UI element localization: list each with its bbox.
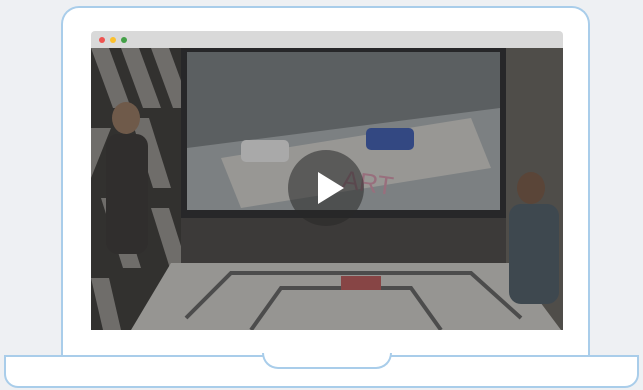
- window-minimize-dot[interactable]: [110, 37, 116, 43]
- laptop-notch: [262, 353, 392, 369]
- play-button[interactable]: Play: [288, 150, 364, 226]
- window-close-dot[interactable]: [99, 37, 105, 43]
- window-maximize-dot[interactable]: [121, 37, 127, 43]
- play-icon: Play: [288, 150, 289, 151]
- video-player[interactable]: ART Play: [91, 48, 563, 330]
- browser-title-bar: [91, 31, 563, 48]
